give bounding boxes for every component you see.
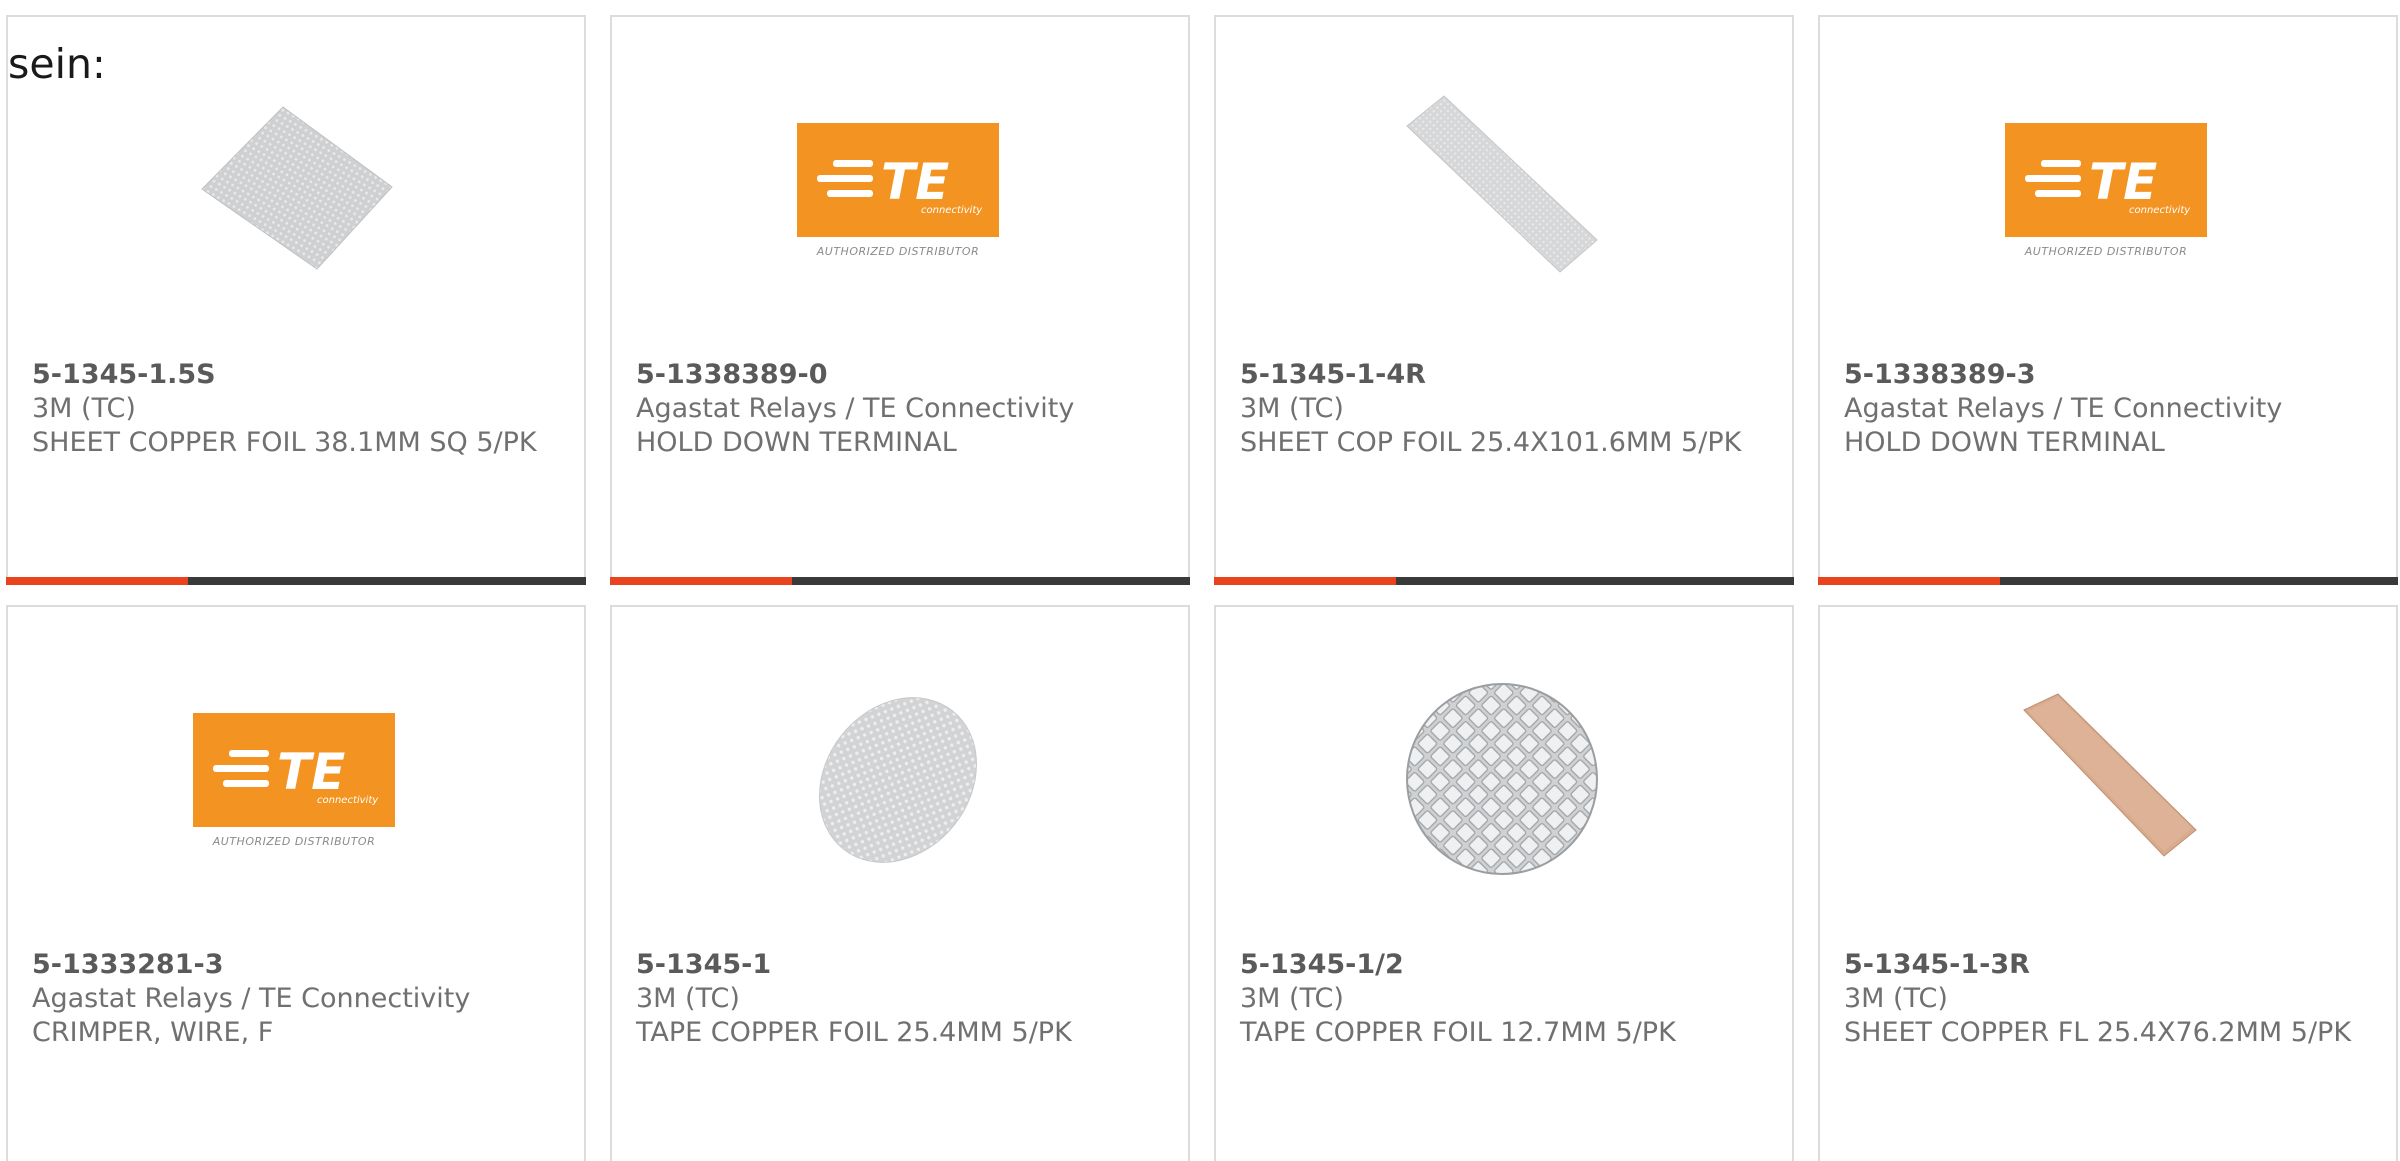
product-image[interactable]: TE connectivity AUTHORIZED DISTRIBUTOR <box>193 680 395 880</box>
card-accent-bar <box>1818 577 2000 585</box>
manufacturer: Agastat Relays / TE Connectivity <box>1844 393 2283 424</box>
description: HOLD DOWN TERMINAL <box>1844 427 2165 458</box>
te-connectivity-logo: TE connectivity AUTHORIZED DISTRIBUTOR <box>2005 122 2207 258</box>
product-card[interactable]: 5-1345-1.5S 3M (TC) SHEET COPPER FOIL 38… <box>6 15 586 585</box>
part-number[interactable]: 5-1345-1 <box>636 948 1166 982</box>
round-foil-disc-icon <box>819 697 977 863</box>
description: CRIMPER, WIRE, F <box>32 1017 274 1048</box>
description: HOLD DOWN TERMINAL <box>636 427 957 458</box>
part-number[interactable]: 5-1345-1.5S <box>32 358 562 392</box>
logo-tagline: AUTHORIZED DISTRIBUTOR <box>212 834 376 848</box>
description: TAPE COPPER FOIL 25.4MM 5/PK <box>636 1017 1072 1048</box>
card-bottom-bar <box>6 577 586 585</box>
te-logo-mark-icon: TE connectivity <box>213 743 379 806</box>
foil-strip-icon <box>1406 95 1598 273</box>
manufacturer: Agastat Relays / TE Connectivity <box>32 983 471 1014</box>
card-bottom-bar <box>1818 577 2398 585</box>
part-number[interactable]: 5-1345-1-4R <box>1240 358 1770 392</box>
description: SHEET COPPER FOIL 38.1MM SQ 5/PK <box>32 427 537 458</box>
round-embossed-disc-icon <box>1406 683 1598 875</box>
te-logo-mark-icon: TE connectivity <box>817 153 983 216</box>
product-card[interactable]: 5-1345-1-4R 3M (TC) SHEET COP FOIL 25.4X… <box>1214 15 1794 585</box>
copper-strip-icon <box>2023 693 2197 857</box>
card-accent-bar <box>610 577 792 585</box>
svg-text:TE: TE <box>277 743 345 801</box>
product-image[interactable] <box>1402 680 1602 880</box>
card-accent-bar <box>6 577 188 585</box>
part-number[interactable]: 5-1333281-3 <box>32 948 562 982</box>
te-connectivity-logo: TE connectivity AUTHORIZED DISTRIBUTOR <box>797 122 999 258</box>
te-logo-mark-icon: TE connectivity <box>2025 153 2191 216</box>
product-image[interactable]: TE connectivity AUTHORIZED DISTRIBUTOR <box>2005 90 2207 290</box>
part-number[interactable]: 5-1345-1/2 <box>1240 948 1770 982</box>
part-number[interactable]: 5-1345-1-3R <box>1844 948 2374 982</box>
product-card[interactable]: TE connectivity AUTHORIZED DISTRIBUTOR 5… <box>6 605 586 1161</box>
svg-text:connectivity: connectivity <box>2129 205 2191 216</box>
product-card[interactable]: TE connectivity AUTHORIZED DISTRIBUTOR 5… <box>610 15 1190 585</box>
description: TAPE COPPER FOIL 12.7MM 5/PK <box>1240 1017 1676 1048</box>
manufacturer: Agastat Relays / TE Connectivity <box>636 393 1075 424</box>
manufacturer: 3M (TC) <box>1844 983 1948 1014</box>
manufacturer: 3M (TC) <box>1240 393 1344 424</box>
product-image[interactable] <box>194 90 394 290</box>
manufacturer: 3M (TC) <box>636 983 740 1014</box>
product-grid: 5-1345-1.5S 3M (TC) SHEET COPPER FOIL 38… <box>0 0 2400 1161</box>
description: SHEET COPPER FL 25.4X76.2MM 5/PK <box>1844 1017 2352 1048</box>
square-foil-sheet-icon <box>201 106 393 270</box>
svg-text:TE: TE <box>2089 153 2157 211</box>
logo-tagline: AUTHORIZED DISTRIBUTOR <box>816 244 980 258</box>
product-card[interactable]: 5-1345-1 3M (TC) TAPE COPPER FOIL 25.4MM… <box>610 605 1190 1161</box>
intro-text: sein: <box>8 40 106 88</box>
manufacturer: 3M (TC) <box>1240 983 1344 1014</box>
card-bottom-bar <box>610 577 1190 585</box>
product-image[interactable] <box>1402 90 1602 290</box>
card-bottom-bar <box>1214 577 1794 585</box>
product-image[interactable] <box>2006 680 2206 880</box>
part-number[interactable]: 5-1338389-3 <box>1844 358 2374 392</box>
product-card[interactable]: 5-1345-1-3R 3M (TC) SHEET COPPER FL 25.4… <box>1818 605 2398 1161</box>
description: SHEET COP FOIL 25.4X101.6MM 5/PK <box>1240 427 1742 458</box>
product-card[interactable]: TE connectivity AUTHORIZED DISTRIBUTOR 5… <box>1818 15 2398 585</box>
svg-text:TE: TE <box>881 153 949 211</box>
part-number[interactable]: 5-1338389-0 <box>636 358 1166 392</box>
card-accent-bar <box>1214 577 1396 585</box>
product-image[interactable] <box>798 680 998 880</box>
logo-tagline: AUTHORIZED DISTRIBUTOR <box>2024 244 2188 258</box>
manufacturer: 3M (TC) <box>32 393 136 424</box>
svg-text:connectivity: connectivity <box>317 795 379 806</box>
product-card[interactable]: 5-1345-1/2 3M (TC) TAPE COPPER FOIL 12.7… <box>1214 605 1794 1161</box>
product-image[interactable]: TE connectivity AUTHORIZED DISTRIBUTOR <box>797 90 999 290</box>
te-connectivity-logo: TE connectivity AUTHORIZED DISTRIBUTOR <box>193 712 395 848</box>
svg-text:connectivity: connectivity <box>921 205 983 216</box>
